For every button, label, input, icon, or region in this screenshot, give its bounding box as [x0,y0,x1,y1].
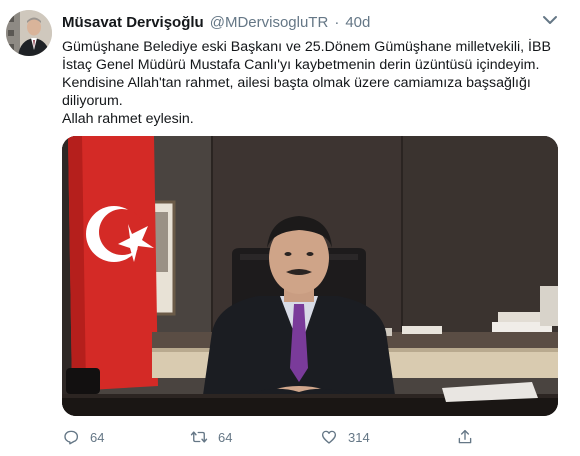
tweet-card[interactable]: Müsavat Dervişoğlu @MDervisogluTR · 40d … [0,0,580,456]
photo-illustration [62,136,558,416]
retweet-button[interactable]: 64 [190,425,232,449]
reply-button[interactable]: 64 [62,425,104,449]
avatar[interactable] [6,10,52,56]
like-count: 314 [348,429,370,445]
reply-count: 64 [90,429,105,445]
tweet-text-line: İstaç Genel Müdürü Mustafa Canlı'yı kayb… [62,57,540,73]
tweet-header: Müsavat Dervişoğlu @MDervisogluTR · 40d [62,12,550,32]
reply-icon [64,430,79,445]
heart-icon [321,430,337,444]
tweet-text: Gümüşhane Belediye eski Başkanı ve 25.Dö… [62,38,562,128]
tweet-text-line: diliyorum. [62,93,123,109]
retweet-icon [190,431,208,443]
tweet-timestamp[interactable]: 40d [345,14,370,31]
like-button[interactable]: 314 [320,425,370,449]
share-button[interactable] [456,425,474,449]
tweet-text-line: Allah rahmet eylesin. [62,111,194,127]
retweet-count: 64 [218,429,233,445]
tweet-actions: 64 64 314 [62,425,558,449]
tweet-photo[interactable] [62,136,558,416]
author-handle[interactable]: @MDervisogluTR [210,14,329,31]
share-icon [458,429,472,444]
separator-dot: · [334,13,340,31]
tweet-text-line: Gümüşhane Belediye eski Başkanı ve 25.Dö… [62,39,551,55]
chevron-down-icon[interactable] [542,14,558,26]
avatar-image [6,10,52,56]
tweet-text-line: Kendisine Allah'tan rahmet, ailesi başta… [62,75,531,91]
author-name[interactable]: Müsavat Dervişoğlu [62,14,204,31]
